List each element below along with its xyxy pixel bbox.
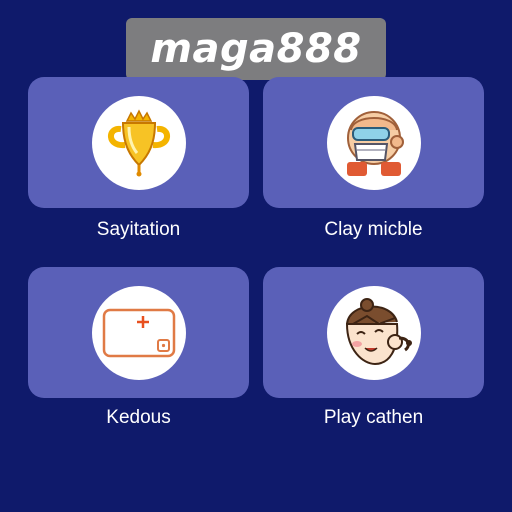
robot-face-icon	[346, 110, 404, 176]
app-title: maga888	[150, 26, 362, 72]
tile-play-cathen[interactable]	[263, 267, 484, 398]
character-face-icon	[345, 297, 412, 365]
tile-label: Play cathen	[323, 407, 424, 428]
tile-label: Sayitation	[96, 219, 181, 240]
title-badge: maga888	[126, 18, 386, 80]
tablet-icon	[102, 308, 175, 357]
tile-icon-circle	[326, 95, 421, 190]
tile-sayitation[interactable]	[28, 77, 249, 208]
tile-clay-micble[interactable]	[263, 77, 484, 208]
trophy-icon	[107, 108, 170, 176]
tile-label: Kedous	[106, 407, 171, 428]
tile-label: Clay micble	[324, 219, 423, 240]
tile-icon-circle	[91, 95, 186, 190]
tile-icon-circle	[326, 285, 421, 380]
tile-kedous[interactable]	[28, 267, 249, 398]
tile-icon-circle	[91, 285, 186, 380]
